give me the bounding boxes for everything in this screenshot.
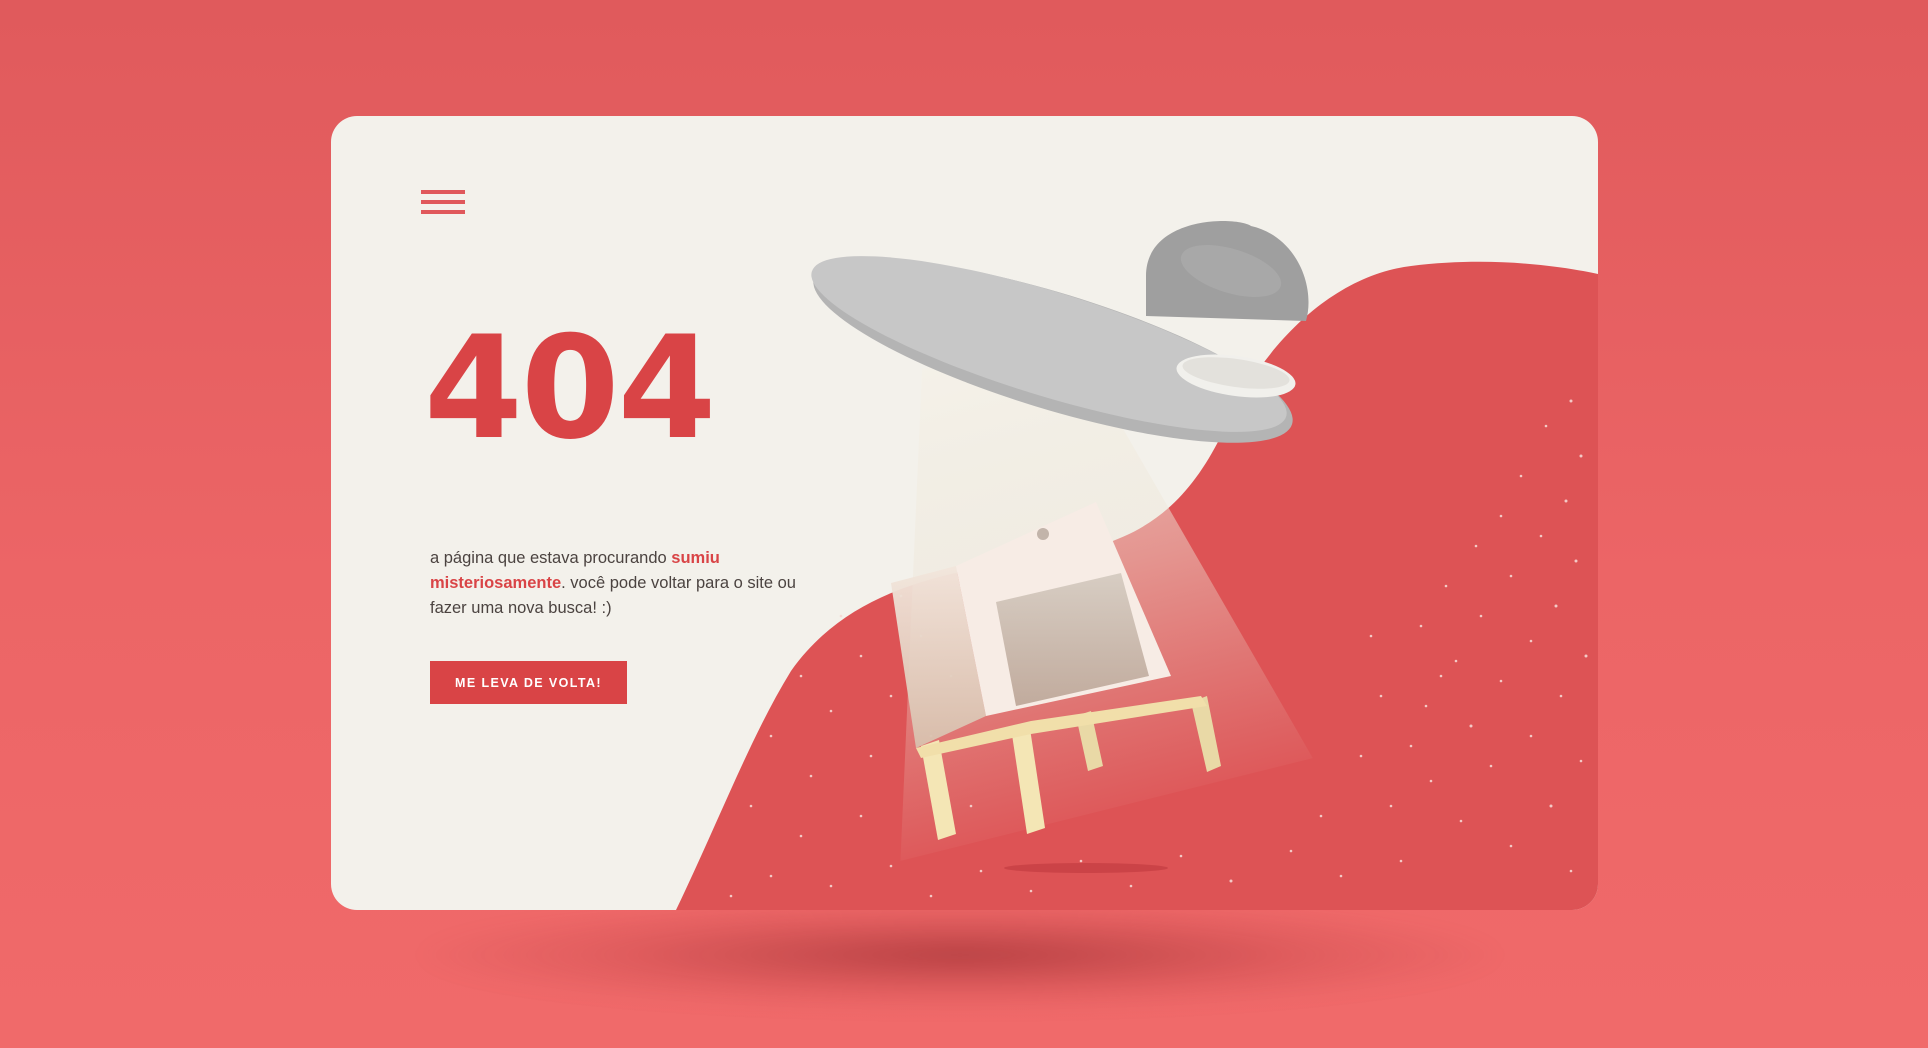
back-home-button[interactable]: me leva de volta!: [430, 661, 627, 704]
object-shadow: [1004, 863, 1168, 873]
hamburger-menu-icon[interactable]: [421, 188, 465, 220]
message-text-before: a página que estava procurando: [430, 549, 672, 567]
error-message: a página que estava procurando sumiu mis…: [430, 546, 800, 621]
error-card: 404 a página que estava procurando sumiu…: [331, 116, 1598, 910]
menu-line: [421, 210, 465, 214]
error-code: 404: [424, 306, 716, 471]
card-shadow: [420, 900, 1500, 1010]
menu-line: [421, 200, 465, 204]
menu-line: [421, 190, 465, 194]
ufo-illustration: [676, 221, 1598, 910]
